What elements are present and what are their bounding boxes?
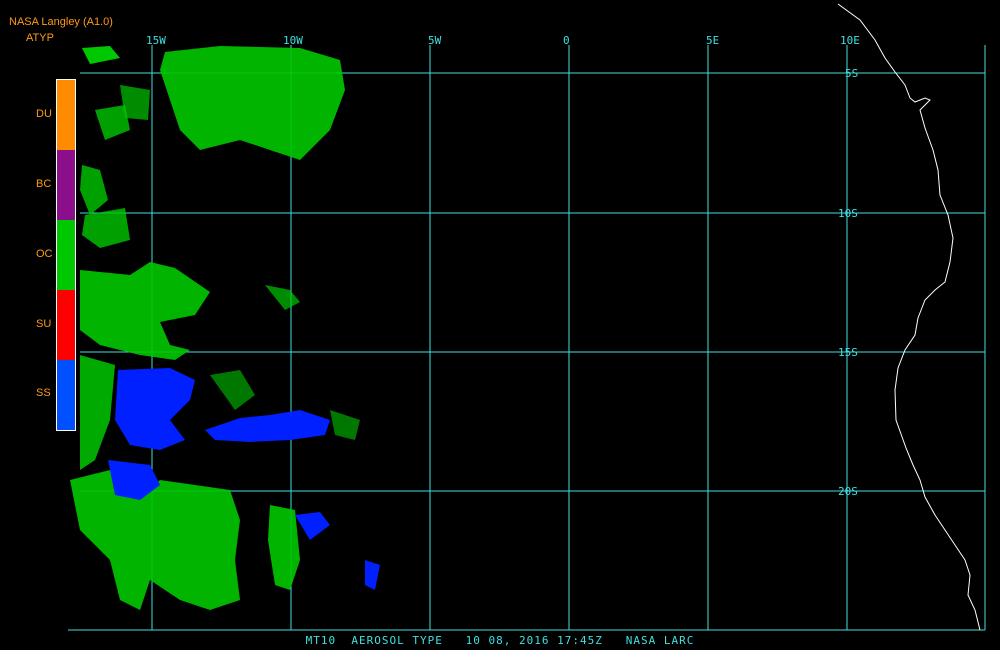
aerosol-type-legend	[56, 79, 76, 431]
legend-label-bc: BC	[36, 178, 52, 190]
lon-label: 5E	[706, 34, 719, 47]
lat-label: 10S	[838, 207, 858, 220]
lon-label: 5W	[428, 34, 442, 47]
legend-swatch-ss	[57, 360, 75, 430]
lat-labels: 5S 10S 15S 20S	[838, 67, 858, 498]
legend-swatch-bc	[57, 150, 75, 220]
footer-caption: MT10 AEROSOL TYPE 10 08, 2016 17:45Z NAS…	[305, 634, 695, 647]
legend-label-oc: OC	[36, 248, 53, 260]
legend-label-du: DU	[36, 108, 52, 120]
lat-label: 20S	[838, 485, 858, 498]
lon-label: 10W	[283, 34, 303, 47]
lon-label: 10E	[840, 34, 860, 47]
legend-swatch-oc	[57, 220, 75, 290]
lon-label: 15W	[146, 34, 166, 47]
lon-labels: 15W 10W 5W 0 5E 10E	[146, 34, 860, 47]
legend-swatch-su	[57, 290, 75, 360]
aerosol-map: 15W 10W 5W 0 5E 10E 5S 10S 15S 20S	[68, 3, 986, 631]
lon-label: 0	[563, 34, 570, 47]
legend-label-su: SU	[36, 318, 52, 330]
lat-label: 15S	[838, 346, 858, 359]
legend-swatch-du	[57, 80, 75, 150]
legend-label-ss: SS	[36, 387, 51, 399]
africa-coastline	[837, 3, 981, 631]
lat-label: 5S	[845, 67, 858, 80]
